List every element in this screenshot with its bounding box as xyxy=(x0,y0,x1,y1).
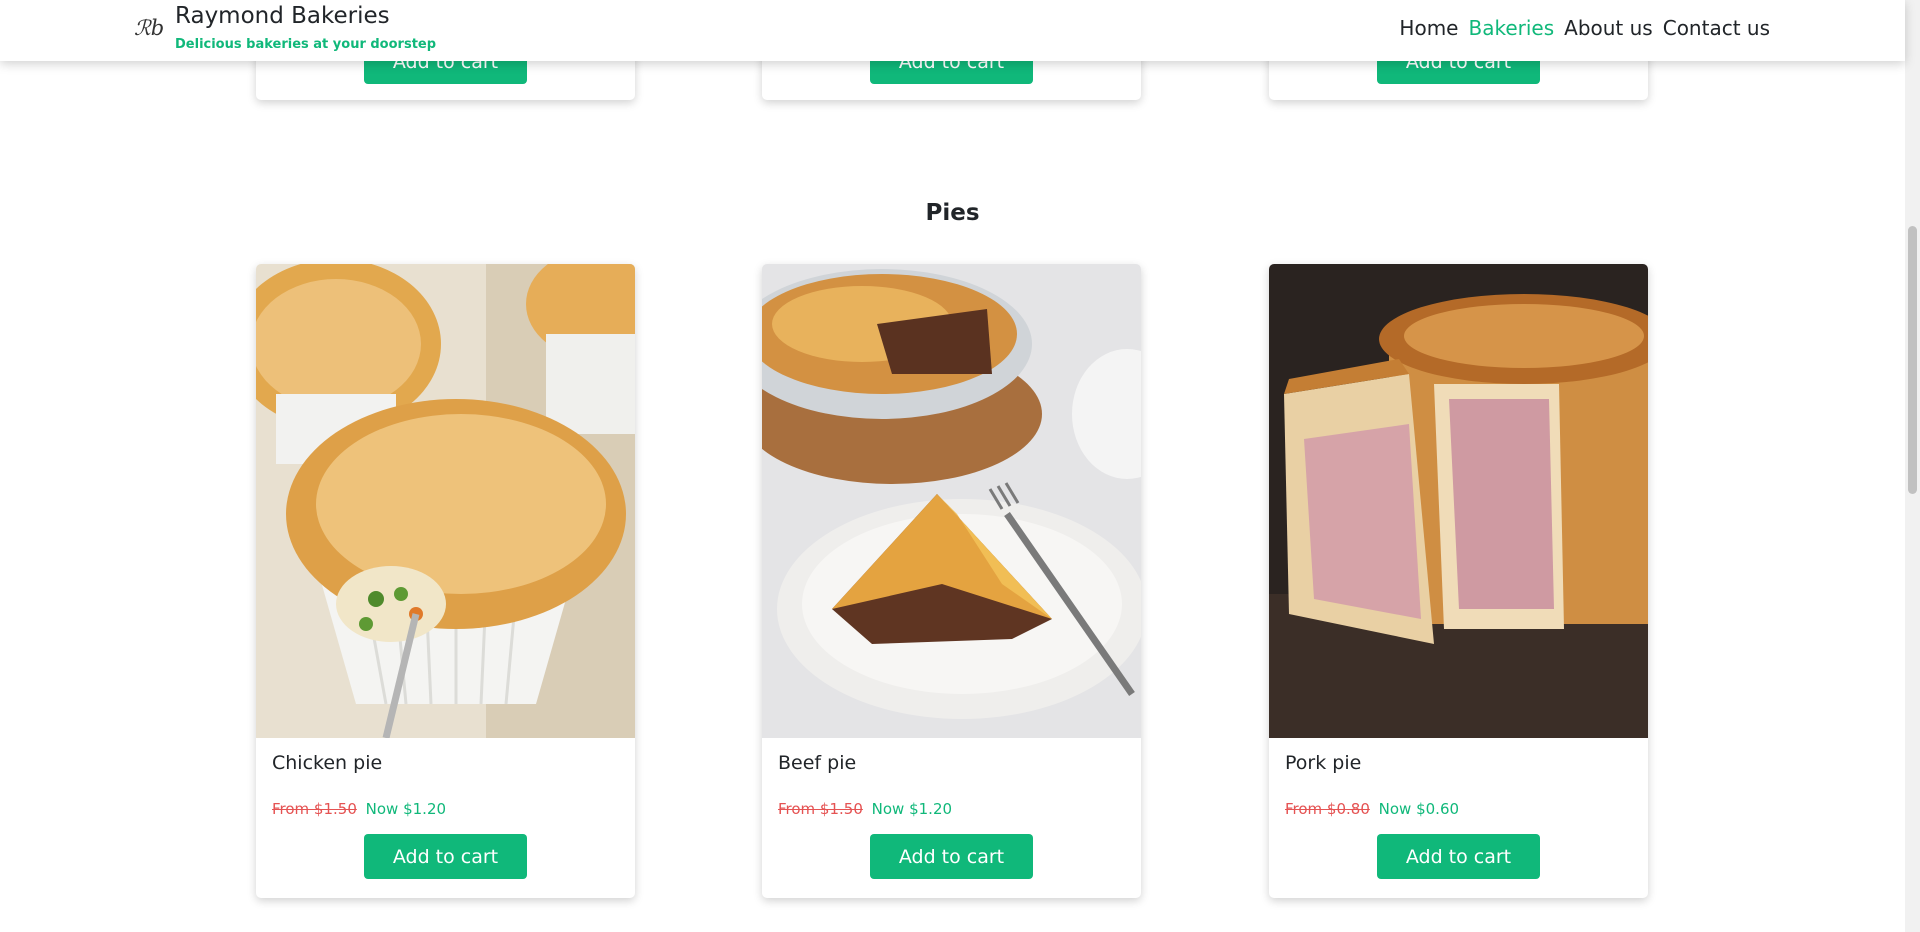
nav-link-about-us[interactable]: About us xyxy=(1559,16,1658,40)
nav-link-bakeries[interactable]: Bakeries xyxy=(1463,16,1559,40)
product-card-pork-pie: Pork pie From $0.80 Now $0.60 Add to car… xyxy=(1269,264,1648,898)
section-heading-pies: Pies xyxy=(925,200,980,226)
product-card-chicken-pie: Chicken pie From $1.50 Now $1.20 Add to … xyxy=(256,264,635,898)
scrollbar-thumb[interactable] xyxy=(1908,226,1917,494)
brand-name[interactable]: Raymond Bakeries xyxy=(175,3,390,29)
new-price: Now $0.60 xyxy=(1378,800,1460,818)
navbar: ℛb Raymond Bakeries Delicious bakeries a… xyxy=(0,0,1905,61)
old-price: From $1.50 xyxy=(778,800,863,818)
product-name: Beef pie xyxy=(778,752,857,774)
pork-pie-image xyxy=(1269,264,1648,738)
product-price: From $1.50 Now $1.20 xyxy=(778,800,952,818)
product-name: Chicken pie xyxy=(272,752,383,774)
brand-tagline: Delicious bakeries at your doorstep xyxy=(175,37,437,52)
add-to-cart-button[interactable]: Add to cart xyxy=(364,834,527,879)
chicken-pie-image xyxy=(256,264,635,738)
product-price: From $1.50 Now $1.20 xyxy=(272,800,446,818)
old-price: From $0.80 xyxy=(1285,800,1370,818)
product-price: From $0.80 Now $0.60 xyxy=(1285,800,1459,818)
nav-link-contact-us[interactable]: Contact us xyxy=(1658,16,1775,40)
add-to-cart-button[interactable]: Add to cart xyxy=(870,834,1033,879)
page-scrollbar[interactable] xyxy=(1905,0,1920,932)
product-name: Pork pie xyxy=(1285,752,1362,774)
product-card-beef-pie: Beef pie From $1.50 Now $1.20 Add to car… xyxy=(762,264,1141,898)
brand-logo-icon[interactable]: ℛb xyxy=(134,16,164,40)
old-price: From $1.50 xyxy=(272,800,357,818)
nav-links: Home Bakeries About us Contact us xyxy=(1394,16,1775,40)
page-content: Add to cart Add to cart Add to cart Pies xyxy=(0,0,1905,932)
add-to-cart-button[interactable]: Add to cart xyxy=(1377,834,1540,879)
beef-pie-image xyxy=(762,264,1141,738)
new-price: Now $1.20 xyxy=(871,800,953,818)
nav-link-home[interactable]: Home xyxy=(1394,16,1463,40)
new-price: Now $1.20 xyxy=(365,800,447,818)
